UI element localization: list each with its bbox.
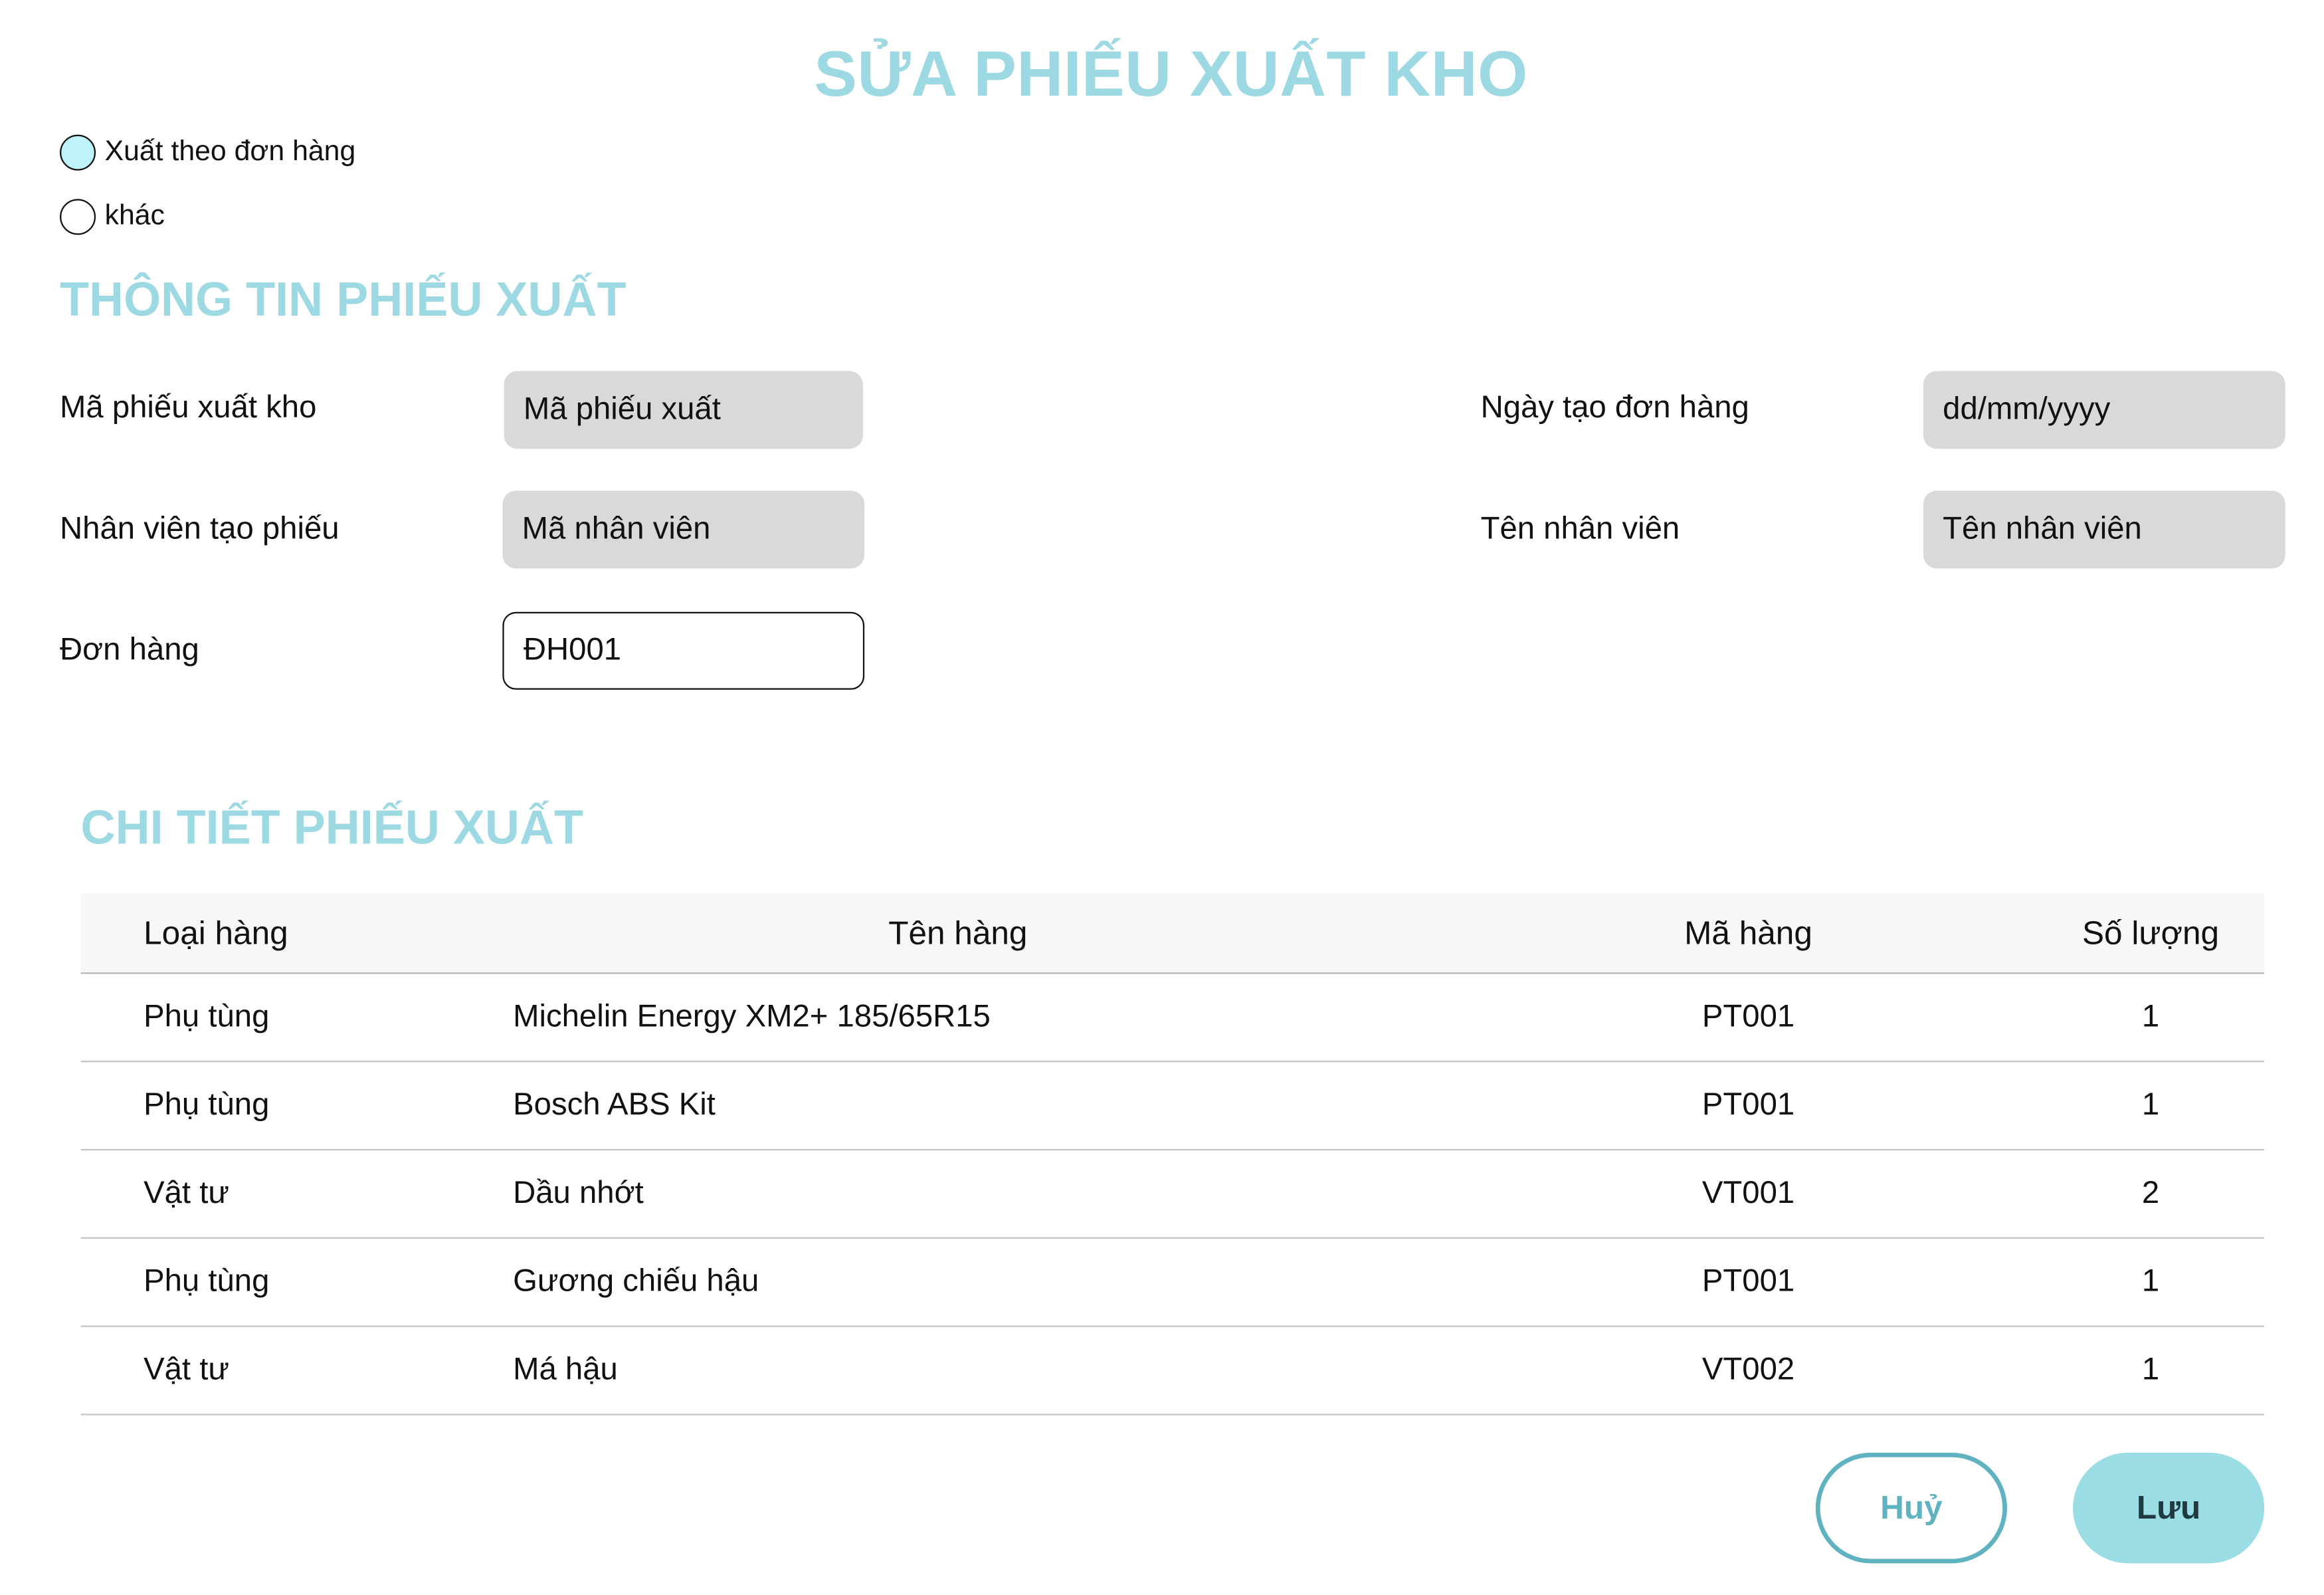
cell-code: PT001 <box>1701 1264 1795 1299</box>
detail-table: Loại hàng Tên hàng Mã hàng Số lượng Phụ … <box>80 893 2265 1416</box>
cell-name: Dầu nhớt <box>513 1176 644 1211</box>
table-row[interactable]: Phụ tùng Bosch ABS Kit PT001 1 <box>80 1062 2265 1151</box>
cancel-button[interactable]: Huỷ <box>1815 1452 2007 1564</box>
column-header-type[interactable]: Loại hàng <box>144 893 288 972</box>
detail-section-title: CHI TIẾT PHIẾU XUẤT <box>80 800 583 855</box>
table-row[interactable]: Phụ tùng Michelin Energy XM2+ 185/65R15 … <box>80 974 2265 1063</box>
radio-label: Xuất theo đơn hàng <box>104 136 356 168</box>
order-date-label: Ngày tạo đơn hàng <box>1480 390 1749 425</box>
order-date-field[interactable]: dd/mm/yyyy <box>1923 371 2285 449</box>
column-header-quantity[interactable]: Số lượng <box>2040 893 2262 972</box>
receipt-code-field[interactable]: Mã phiếu xuất <box>504 371 863 449</box>
table-row[interactable]: Phụ tùng Gương chiếu hậu PT001 1 <box>80 1239 2265 1327</box>
radio-export-by-order[interactable]: Xuất theo đơn hàng <box>60 132 355 173</box>
employee-name-label: Tên nhân viên <box>1480 511 1680 546</box>
cell-name: Michelin Energy XM2+ 185/65R15 <box>513 999 991 1034</box>
column-header-name[interactable]: Tên hàng <box>513 893 1403 972</box>
employee-code-label: Nhân viên tạo phiếu <box>60 511 339 546</box>
cell-quantity: 1 <box>2141 1264 2160 1299</box>
info-section-title: THÔNG TIN PHIẾU XUẤT <box>60 272 627 326</box>
radio-label: khác <box>104 200 165 232</box>
cell-code: PT001 <box>1701 999 1795 1034</box>
cell-code: PT001 <box>1701 1087 1795 1122</box>
order-field[interactable]: ĐH001 <box>502 611 865 690</box>
cell-name: Bosch ABS Kit <box>513 1087 716 1122</box>
table-header: Loại hàng Tên hàng Mã hàng Số lượng <box>80 893 2265 974</box>
cell-type: Phụ tùng <box>144 1264 270 1299</box>
receipt-code-label: Mã phiếu xuất kho <box>60 390 317 425</box>
table-row[interactable]: Vật tư Dầu nhớt VT001 2 <box>80 1150 2265 1239</box>
radio-unselected-icon[interactable] <box>60 199 96 235</box>
page-title: SỬA PHIẾU XUẤT KHO <box>814 39 1528 111</box>
cell-quantity: 1 <box>2141 999 2160 1034</box>
employee-code-field[interactable]: Mã nhân viên <box>502 490 865 569</box>
cell-quantity: 2 <box>2141 1176 2160 1211</box>
cell-quantity: 1 <box>2141 1087 2160 1122</box>
cell-name: Má hậu <box>513 1352 618 1387</box>
employee-name-field[interactable]: Tên nhân viên <box>1923 490 2285 569</box>
radio-selected-icon[interactable] <box>60 134 96 171</box>
order-label: Đơn hàng <box>60 633 199 667</box>
column-header-code[interactable]: Mã hàng <box>1636 893 1861 972</box>
cell-code: VT002 <box>1701 1352 1795 1387</box>
table-row[interactable]: Vật tư Má hậu VT002 1 <box>80 1327 2265 1416</box>
cell-type: Vật tư <box>144 1352 229 1387</box>
cell-quantity: 1 <box>2141 1352 2160 1387</box>
cell-code: VT001 <box>1701 1176 1795 1211</box>
cell-name: Gương chiếu hậu <box>513 1264 759 1299</box>
cell-type: Phụ tùng <box>144 999 270 1034</box>
save-button[interactable]: Lưu <box>2073 1452 2265 1564</box>
radio-export-other[interactable]: khác <box>60 196 165 238</box>
cell-type: Vật tư <box>144 1176 229 1211</box>
cell-type: Phụ tùng <box>144 1087 270 1122</box>
